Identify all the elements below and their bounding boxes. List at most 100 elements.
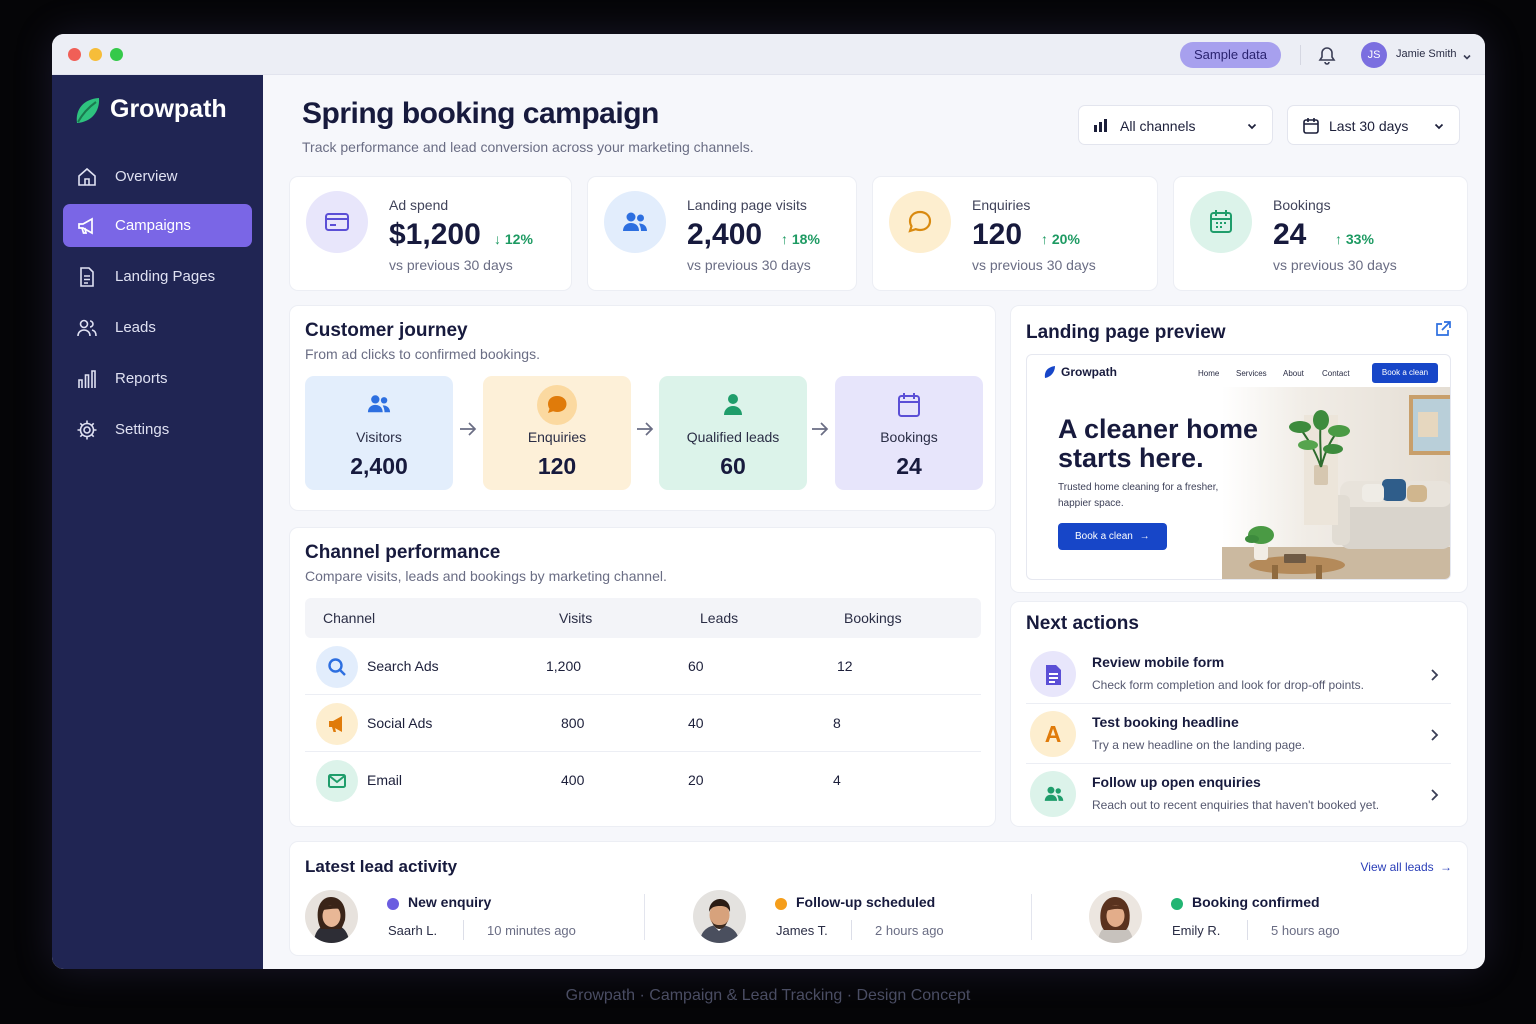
kpi-label: Landing page visits <box>687 197 807 213</box>
preview-nav-book-button[interactable]: Book a clean <box>1372 363 1438 383</box>
kpi-card-landing-page-visits[interactable]: Landing page visits 2,400 ↑ 18% vs previ… <box>587 176 857 291</box>
kpi-card-ad-spend[interactable]: Ad spend $1,200 ↓ 12% vs previous 30 day… <box>289 176 572 291</box>
kpi-change-value: 20% <box>1051 231 1080 247</box>
journey-stage-enquiries[interactable]: Enquiries 120 <box>483 376 631 490</box>
sidebar-item-leads[interactable]: Leads <box>63 306 252 349</box>
user-avatar[interactable]: JS <box>1361 42 1387 68</box>
page-title: Spring booking campaign <box>302 97 659 130</box>
close-window-button[interactable] <box>68 48 81 61</box>
sidebar-item-reports[interactable]: Reports <box>63 357 252 400</box>
action-item[interactable]: A Test booking headline Try a new headli… <box>1026 704 1451 764</box>
landing-page-preview[interactable]: Growpath Home Services About Contact Boo… <box>1026 354 1451 580</box>
arrow-right-icon: → <box>1440 860 1452 874</box>
view-all-leads-link[interactable]: View all leads → <box>1361 860 1453 874</box>
calendar-icon <box>835 392 983 418</box>
lead-name: Emily R. <box>1172 923 1221 938</box>
kpi-compare: vs previous 30 days <box>389 257 513 273</box>
action-title: Follow up open enquiries <box>1092 774 1261 790</box>
kpi-label: Bookings <box>1273 197 1331 213</box>
kpi-value: 24 <box>1273 218 1307 251</box>
kpi-card-enquiries[interactable]: Enquiries 120 ↑ 20% vs previous 30 days <box>872 176 1158 291</box>
sample-data-badge[interactable]: Sample data <box>1180 42 1281 68</box>
preview-headline: A cleaner home starts here. <box>1058 414 1259 473</box>
chat-bubble-icon <box>483 385 631 426</box>
home-icon <box>76 166 98 192</box>
lead-time: 10 minutes ago <box>487 923 576 938</box>
arrow-up-icon: ↑ <box>1041 231 1052 247</box>
preview-nav-contact[interactable]: Contact <box>1322 369 1350 378</box>
kpi-change-value: 33% <box>1345 231 1374 247</box>
kpi-value: 120 <box>972 218 1023 251</box>
preview-nav-services[interactable]: Services <box>1236 369 1267 378</box>
divider <box>644 894 645 940</box>
column-header-visits[interactable]: Visits <box>559 610 592 626</box>
channel-name: Search Ads <box>367 658 439 674</box>
journey-stage-bookings[interactable]: Bookings 24 <box>835 376 983 490</box>
kpi-value: 2,400 <box>687 218 763 251</box>
action-item[interactable]: Follow up open enquiries Reach out to re… <box>1026 764 1451 824</box>
chat-bubble-icon <box>889 191 951 253</box>
action-description: Check form completion and look for drop-… <box>1092 678 1364 692</box>
sidebar-item-campaigns[interactable]: Campaigns <box>63 204 252 247</box>
user-name[interactable]: Jamie Smith <box>1396 48 1457 60</box>
status-dot <box>775 898 787 910</box>
customer-journey-card: Customer journey From ad clicks to confi… <box>289 305 996 511</box>
chevron-down-icon[interactable] <box>1462 49 1472 67</box>
arrow-right-icon: → <box>1139 531 1150 542</box>
view-all-label: View all leads <box>1360 860 1434 874</box>
action-item[interactable]: Review mobile form Check form completion… <box>1026 644 1451 704</box>
kpi-value: $1,200 <box>389 218 481 251</box>
bell-icon[interactable] <box>1318 45 1336 70</box>
sidebar-item-landing-pages[interactable]: Landing Pages <box>63 255 252 298</box>
preview-nav-home[interactable]: Home <box>1198 369 1219 378</box>
lead-activity-item[interactable]: New enquiry Saarh L. 10 minutes ago <box>305 890 635 944</box>
date-filter-dropdown[interactable]: Last 30 days <box>1287 105 1460 145</box>
document-icon <box>76 266 98 292</box>
stage-value: 2,400 <box>350 453 408 479</box>
section-subtitle: Compare visits, leads and bookings by ma… <box>305 568 667 584</box>
table-row[interactable]: Search Ads 1,200 60 12 <box>305 638 981 695</box>
channel-leads: 60 <box>688 658 704 674</box>
kpi-change-value: 18% <box>791 231 820 247</box>
table-row[interactable]: Social Ads 800 40 8 <box>305 695 981 752</box>
lead-event: New enquiry <box>408 894 492 910</box>
arrow-up-icon: ↑ <box>781 231 792 247</box>
section-subtitle: From ad clicks to confirmed bookings. <box>305 346 540 362</box>
minimize-window-button[interactable] <box>89 48 102 61</box>
megaphone-icon <box>76 215 98 241</box>
lead-activity-item[interactable]: Booking confirmed Emily R. 5 hours ago <box>1089 890 1419 944</box>
avatar <box>1089 890 1142 943</box>
channel-filter-dropdown[interactable]: All channels <box>1078 105 1273 145</box>
column-header-channel[interactable]: Channel <box>323 610 375 626</box>
channel-visits: 400 <box>561 772 585 788</box>
letter-a-icon: A <box>1030 711 1076 757</box>
column-header-bookings[interactable]: Bookings <box>844 610 902 626</box>
bar-chart-icon <box>1093 117 1111 136</box>
table-row[interactable]: Email 400 20 4 <box>305 752 981 809</box>
next-actions-card: Next actions Review mobile form Check fo… <box>1010 601 1468 827</box>
divider <box>851 920 852 940</box>
journey-stage-visitors[interactable]: Visitors 2,400 <box>305 376 453 490</box>
bar-chart-icon <box>76 368 98 394</box>
lead-activity-item[interactable]: Follow-up scheduled James T. 2 hours ago <box>693 890 1023 944</box>
kpi-card-bookings[interactable]: Bookings 24 ↑ 33% vs previous 30 days <box>1173 176 1468 291</box>
app-window: Sample data JS Jamie Smith Growpath Over… <box>52 34 1485 969</box>
action-title: Test booking headline <box>1092 714 1239 730</box>
status-dot <box>387 898 399 910</box>
preview-cta-button[interactable]: Book a clean → <box>1058 523 1167 550</box>
chevron-right-icon <box>1430 728 1439 747</box>
main-content: Spring booking campaign Track performanc… <box>263 75 1485 969</box>
lead-time: 5 hours ago <box>1271 923 1340 938</box>
person-icon <box>659 392 807 416</box>
sidebar-item-label: Overview <box>115 168 178 185</box>
sidebar-item-settings[interactable]: Settings <box>63 408 252 451</box>
channel-performance-card: Channel performance Compare visits, lead… <box>289 527 996 827</box>
preview-nav-about[interactable]: About <box>1283 369 1304 378</box>
journey-stage-qualified-leads[interactable]: Qualified leads 60 <box>659 376 807 490</box>
sidebar-item-label: Leads <box>115 319 156 336</box>
sidebar-item-overview[interactable]: Overview <box>63 155 252 198</box>
maximize-window-button[interactable] <box>110 48 123 61</box>
form-icon <box>1030 651 1076 697</box>
external-link-icon[interactable] <box>1435 321 1451 342</box>
column-header-leads[interactable]: Leads <box>700 610 738 626</box>
